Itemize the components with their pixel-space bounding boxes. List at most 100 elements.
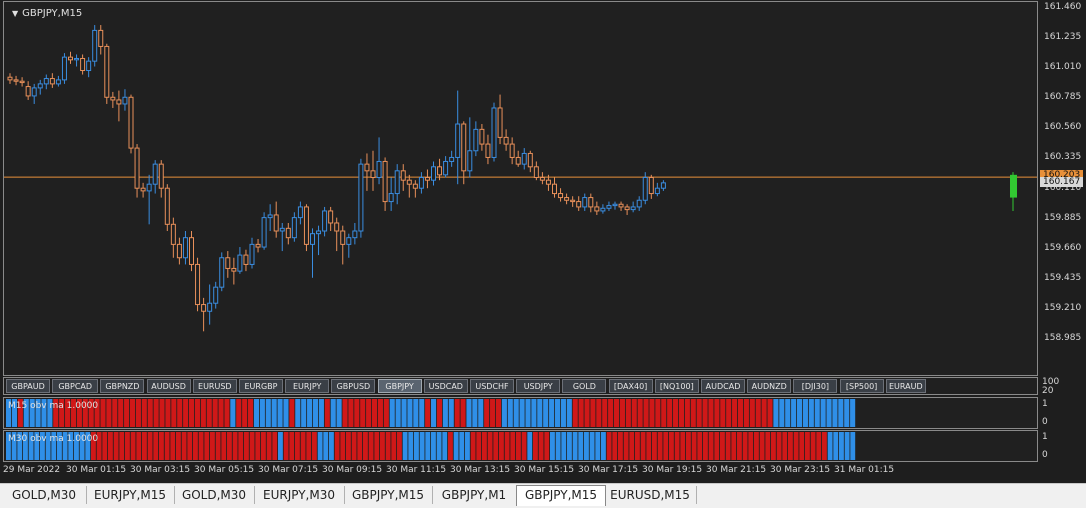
chart-tab[interactable]: GBPJPY,M15	[516, 485, 606, 506]
candle	[55, 75, 61, 87]
symbol-button-audcad[interactable]: AUDCAD	[701, 379, 745, 393]
candle	[600, 204, 606, 214]
indicator-bar	[147, 399, 153, 427]
symbol-button-audusd[interactable]: AUDUSD	[146, 379, 191, 393]
indicator-axis-bottom: 0	[1042, 450, 1048, 460]
candle-body	[219, 257, 225, 288]
indicator-bar	[805, 432, 810, 460]
indicator-bar	[572, 432, 578, 460]
candle-body	[461, 123, 467, 172]
candle-body	[424, 177, 430, 181]
symbol-button-euraud[interactable]: EURAUD	[885, 379, 926, 393]
chart-tab[interactable]: EURJPY,M15	[86, 486, 175, 504]
symbol-button-gold[interactable]: GOLD	[562, 379, 607, 393]
indicator-bar	[312, 432, 317, 460]
live-candle-body	[1010, 174, 1017, 198]
candle-body	[49, 78, 55, 85]
candle-body	[231, 267, 237, 272]
indicator-bar	[374, 432, 380, 460]
indicator-title: M15 obv ma 1.0000	[8, 401, 99, 411]
indicator-bar	[484, 399, 490, 427]
indicator-panel-m30[interactable]: M30 obv ma 1.0000	[3, 430, 1038, 462]
chart-tab[interactable]: GBPJPY,M1	[432, 486, 517, 504]
indicator-bar	[773, 399, 779, 427]
symbol-button-gbpnzd[interactable]: GBPNZD	[100, 379, 145, 393]
symbol-button-audnzd[interactable]: AUDNZD	[747, 379, 792, 393]
chart-tab[interactable]: EURJPY,M30	[254, 486, 345, 504]
indicator-bar	[442, 432, 448, 460]
indicator-panel-m15[interactable]: M15 obv ma 1.0000	[3, 397, 1038, 429]
indicator-bar	[525, 399, 531, 427]
indicator-bar	[200, 399, 206, 427]
candle-body	[636, 199, 642, 208]
indicator-bar	[124, 399, 130, 427]
indicator-bar	[544, 432, 550, 460]
indicator-bar	[170, 432, 176, 460]
candle	[225, 251, 231, 278]
symbol-button-eurgbp[interactable]: EURGBP	[239, 379, 283, 393]
candle-body	[400, 170, 406, 181]
candle-body	[570, 199, 576, 203]
symbol-button-usdchf[interactable]: USDCHF	[470, 379, 514, 393]
symbol-button-gbpcad[interactable]: GBPCAD	[52, 379, 99, 393]
symbol-button-nq100[interactable]: [NQ100]	[654, 379, 699, 393]
indicator-bar	[788, 432, 793, 460]
indicator-bar	[324, 399, 330, 427]
indicator-bar	[779, 399, 785, 427]
candle-body	[588, 197, 594, 208]
indicator-bar	[317, 432, 323, 460]
symbol-button-gbpaud[interactable]: GBPAUD	[6, 379, 50, 393]
chart-tab[interactable]: GBPJPY,M15	[344, 486, 433, 504]
indicator-bar	[844, 432, 850, 460]
candle-body	[291, 217, 297, 239]
symbol-button-gbpjpy[interactable]: GBPJPY	[377, 379, 422, 393]
candle-body	[449, 156, 455, 162]
candle	[182, 231, 188, 265]
candle-body	[618, 203, 624, 208]
symbol-button-gbpusd[interactable]: GBPUSD	[331, 379, 376, 393]
indicator-bar	[360, 399, 366, 427]
candle	[552, 177, 557, 198]
candle-body	[31, 87, 37, 97]
chart-tab[interactable]: GOLD,M30	[174, 486, 255, 504]
dropdown-triangle-icon[interactable]: ▼	[12, 9, 18, 18]
indicator-bar	[726, 399, 732, 427]
indicator-bar	[377, 399, 383, 427]
candle-body	[104, 45, 110, 98]
indicator-bar	[368, 432, 374, 460]
candle-body	[92, 29, 98, 62]
indicator-bar	[572, 399, 578, 427]
symbol-button-usdcad[interactable]: USDCAD	[423, 379, 468, 393]
indicator-bar	[767, 399, 773, 427]
indicator-bar	[827, 432, 833, 460]
candle-body	[122, 96, 128, 105]
indicator-bar	[601, 432, 606, 460]
indicator-bar	[844, 399, 850, 427]
candle-body	[110, 96, 116, 101]
chart-tab[interactable]: GOLD,M30	[2, 486, 87, 504]
candle	[104, 43, 110, 104]
candlestick-chart[interactable]	[4, 2, 1037, 375]
indicator-bar	[448, 399, 454, 427]
indicator-bar	[613, 399, 620, 427]
price-tick-label: 160.335	[1044, 152, 1082, 163]
symbol-button-sp500[interactable]: [SP500]	[839, 379, 884, 393]
symbol-button-eurjpy[interactable]: EURJPY	[285, 379, 330, 393]
indicator-bar	[612, 432, 618, 460]
main-chart[interactable]: ▼ GBPJPY,M15	[3, 1, 1038, 376]
candle-body	[146, 183, 152, 192]
indicator-bar	[690, 399, 696, 427]
symbol-button-dji30[interactable]: [DJI30]	[793, 379, 838, 393]
price-tick-label: 160.785	[1044, 92, 1082, 103]
indicator-bar	[640, 432, 646, 460]
indicator-bar	[397, 432, 402, 460]
symbol-button-dax40[interactable]: [DAX40]	[608, 379, 653, 393]
chart-tab[interactable]: EURUSD,M15	[604, 486, 697, 504]
indicator-bar	[655, 399, 661, 427]
candle-body	[418, 177, 424, 189]
price-tick-label: 159.210	[1044, 302, 1082, 313]
indicator-bar	[183, 399, 189, 427]
symbol-button-usdjpy[interactable]: USDJPY	[516, 379, 561, 393]
symbol-button-eurusd[interactable]: EURUSD	[192, 379, 237, 393]
candle	[352, 222, 358, 245]
